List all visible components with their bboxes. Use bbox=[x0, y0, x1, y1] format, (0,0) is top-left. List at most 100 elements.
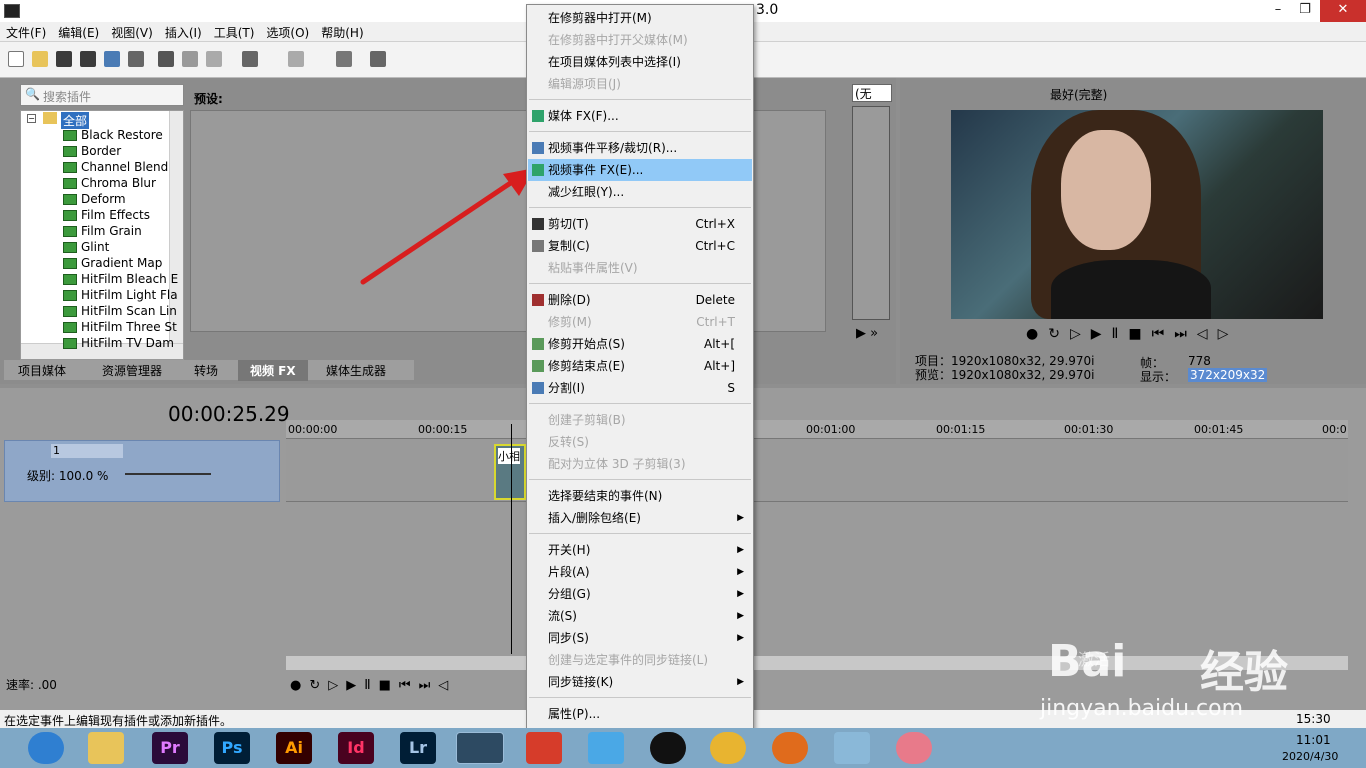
plugin-item[interactable]: Glint bbox=[81, 240, 109, 254]
help-pointer-icon[interactable] bbox=[370, 51, 386, 67]
app-icon-orange[interactable] bbox=[772, 732, 808, 764]
track-number[interactable]: 1 bbox=[51, 444, 123, 458]
timeline-hscrollbar[interactable] bbox=[286, 656, 1348, 670]
plugin-item[interactable]: HitFilm Light Fla bbox=[81, 288, 178, 302]
clock-date[interactable]: 2020/4/30 bbox=[1282, 750, 1338, 763]
new-icon[interactable] bbox=[8, 51, 24, 67]
video-clip[interactable]: 小相 bbox=[494, 444, 526, 500]
tab-project-media[interactable]: 项目媒体 bbox=[18, 362, 66, 379]
preview-quality[interactable]: 最好(完整) bbox=[1050, 86, 1107, 103]
context-menu-item[interactable]: 在修剪器中打开(M) bbox=[528, 7, 752, 29]
save-as-icon[interactable] bbox=[80, 51, 96, 67]
explorer-icon[interactable] bbox=[88, 732, 124, 764]
context-menu-item[interactable]: 分割(I) S bbox=[528, 377, 752, 399]
transport-controls[interactable]: ●↻▷▶Ⅱ■⏮⏭◁▷ bbox=[1026, 326, 1238, 342]
plugin-item[interactable]: Deform bbox=[81, 192, 126, 206]
tab-media-generators[interactable]: 媒体生成器 bbox=[326, 362, 386, 379]
copy-icon[interactable] bbox=[182, 51, 198, 67]
context-menu-item: 编辑源项目(J) bbox=[528, 73, 752, 95]
context-menu-item[interactable]: 剪切(T) Ctrl+X bbox=[528, 213, 752, 235]
context-menu-item[interactable]: 媒体 FX(F)... bbox=[528, 105, 752, 127]
indesign-icon[interactable]: Id bbox=[338, 732, 374, 764]
premiere-icon[interactable]: Pr bbox=[152, 732, 188, 764]
context-menu-item[interactable]: 流(S) ▶ bbox=[528, 605, 752, 627]
plugin-root[interactable]: 全部 bbox=[61, 112, 90, 129]
menu-edit[interactable]: 编辑(E) bbox=[52, 22, 105, 41]
plugin-search-input[interactable]: 🔍 搜索插件 bbox=[20, 84, 184, 106]
playhead[interactable] bbox=[511, 424, 512, 654]
menu-item-shortcut: Alt+[ bbox=[704, 337, 735, 351]
close-button[interactable]: ✕ bbox=[1320, 0, 1366, 22]
plugin-item[interactable]: Black Restore bbox=[81, 128, 163, 142]
trimmer-play-icon[interactable]: ▶ » bbox=[856, 326, 878, 341]
plugin-item[interactable]: Film Grain bbox=[81, 224, 142, 238]
level-slider[interactable] bbox=[125, 473, 211, 475]
plugin-item[interactable]: Border bbox=[81, 144, 121, 158]
fx-icon bbox=[532, 164, 544, 176]
maximize-button[interactable]: ❐ bbox=[1291, 0, 1319, 22]
cut-icon[interactable] bbox=[158, 51, 174, 67]
chrome-icon[interactable] bbox=[710, 732, 746, 764]
undo-icon[interactable] bbox=[242, 51, 258, 67]
context-menu-item[interactable]: 同步链接(K) ▶ bbox=[528, 671, 752, 693]
video-track[interactable] bbox=[286, 438, 1348, 502]
context-menu-item[interactable]: 减少红眼(Y)... bbox=[528, 181, 752, 203]
trimmer-dropdown[interactable]: (无 bbox=[852, 84, 892, 102]
redo-icon[interactable] bbox=[288, 51, 304, 67]
context-menu-item[interactable]: 开关(H) ▶ bbox=[528, 539, 752, 561]
context-menu-item[interactable]: 片段(A) ▶ bbox=[528, 561, 752, 583]
properties-icon[interactable] bbox=[128, 51, 144, 67]
context-menu-item[interactable]: 修剪结束点(E) Alt+] bbox=[528, 355, 752, 377]
folder-icon bbox=[43, 112, 57, 124]
app-icon-pink[interactable] bbox=[896, 732, 932, 764]
context-menu-item[interactable]: 视频事件 FX(E)... bbox=[528, 159, 752, 181]
plugin-icon bbox=[63, 338, 77, 349]
render-icon[interactable] bbox=[104, 51, 120, 67]
lightroom-icon[interactable]: Lr bbox=[400, 732, 436, 764]
plugin-item[interactable]: HitFilm Three St bbox=[81, 320, 177, 334]
photoshop-icon[interactable]: Ps bbox=[214, 732, 250, 764]
menu-file[interactable]: 文件(F) bbox=[0, 22, 52, 41]
plugin-item[interactable]: Film Effects bbox=[81, 208, 150, 222]
menu-view[interactable]: 视图(V) bbox=[105, 22, 159, 41]
save-icon[interactable] bbox=[56, 51, 72, 67]
context-menu-item[interactable]: 复制(C) Ctrl+C bbox=[528, 235, 752, 257]
menu-help[interactable]: 帮助(H) bbox=[315, 22, 369, 41]
menu-insert[interactable]: 插入(I) bbox=[159, 22, 208, 41]
menu-tools[interactable]: 工具(T) bbox=[208, 22, 261, 41]
plugin-item[interactable]: Gradient Map bbox=[81, 256, 162, 270]
context-menu-item[interactable]: 修剪开始点(S) Alt+[ bbox=[528, 333, 752, 355]
context-menu-item[interactable]: 视频事件平移/裁切(R)... bbox=[528, 137, 752, 159]
open-icon[interactable] bbox=[32, 51, 48, 67]
vegas-icon[interactable] bbox=[456, 732, 504, 764]
context-menu-item[interactable]: 同步(S) ▶ bbox=[528, 627, 752, 649]
minimize-button[interactable]: – bbox=[1264, 0, 1292, 22]
tab-video-fx[interactable]: 视频 FX bbox=[238, 360, 308, 381]
timeline-transport[interactable]: ●↻▷▶Ⅱ■⏮⏭◁ bbox=[290, 678, 530, 700]
tab-transitions[interactable]: 转场 bbox=[194, 362, 218, 379]
plugin-item[interactable]: Channel Blend bbox=[81, 160, 168, 174]
plugin-item[interactable]: HitFilm Scan Lin bbox=[81, 304, 177, 318]
context-menu-item[interactable]: 属性(P)... bbox=[528, 703, 752, 725]
brush-icon[interactable] bbox=[336, 51, 352, 67]
illustrator-icon[interactable]: Ai bbox=[276, 732, 312, 764]
app-icon-blue[interactable] bbox=[588, 732, 624, 764]
collapse-toggle[interactable]: − bbox=[27, 114, 36, 123]
qq-icon[interactable] bbox=[650, 732, 686, 764]
watermark-cn: 经验 bbox=[1200, 647, 1288, 698]
tab-explorer[interactable]: 资源管理器 bbox=[102, 362, 162, 379]
app-icon-red[interactable] bbox=[526, 732, 562, 764]
context-menu-item[interactable]: 在项目媒体列表中选择(I) bbox=[528, 51, 752, 73]
context-menu-item[interactable]: 选择要结束的事件(N) bbox=[528, 485, 752, 507]
plugin-item[interactable]: Chroma Blur bbox=[81, 176, 156, 190]
plugin-item[interactable]: HitFilm TV Dam bbox=[81, 336, 174, 350]
clock-time[interactable]: 11:01 bbox=[1296, 733, 1331, 747]
plugin-item[interactable]: HitFilm Bleach E bbox=[81, 272, 178, 286]
context-menu-item[interactable]: 删除(D) Delete bbox=[528, 289, 752, 311]
context-menu-item[interactable]: 插入/删除包络(E) ▶ bbox=[528, 507, 752, 529]
menu-options[interactable]: 选项(O) bbox=[260, 22, 315, 41]
context-menu-item[interactable]: 分组(G) ▶ bbox=[528, 583, 752, 605]
app-icon-glass[interactable] bbox=[834, 732, 870, 764]
ie-icon[interactable] bbox=[28, 732, 64, 764]
paste-icon[interactable] bbox=[206, 51, 222, 67]
